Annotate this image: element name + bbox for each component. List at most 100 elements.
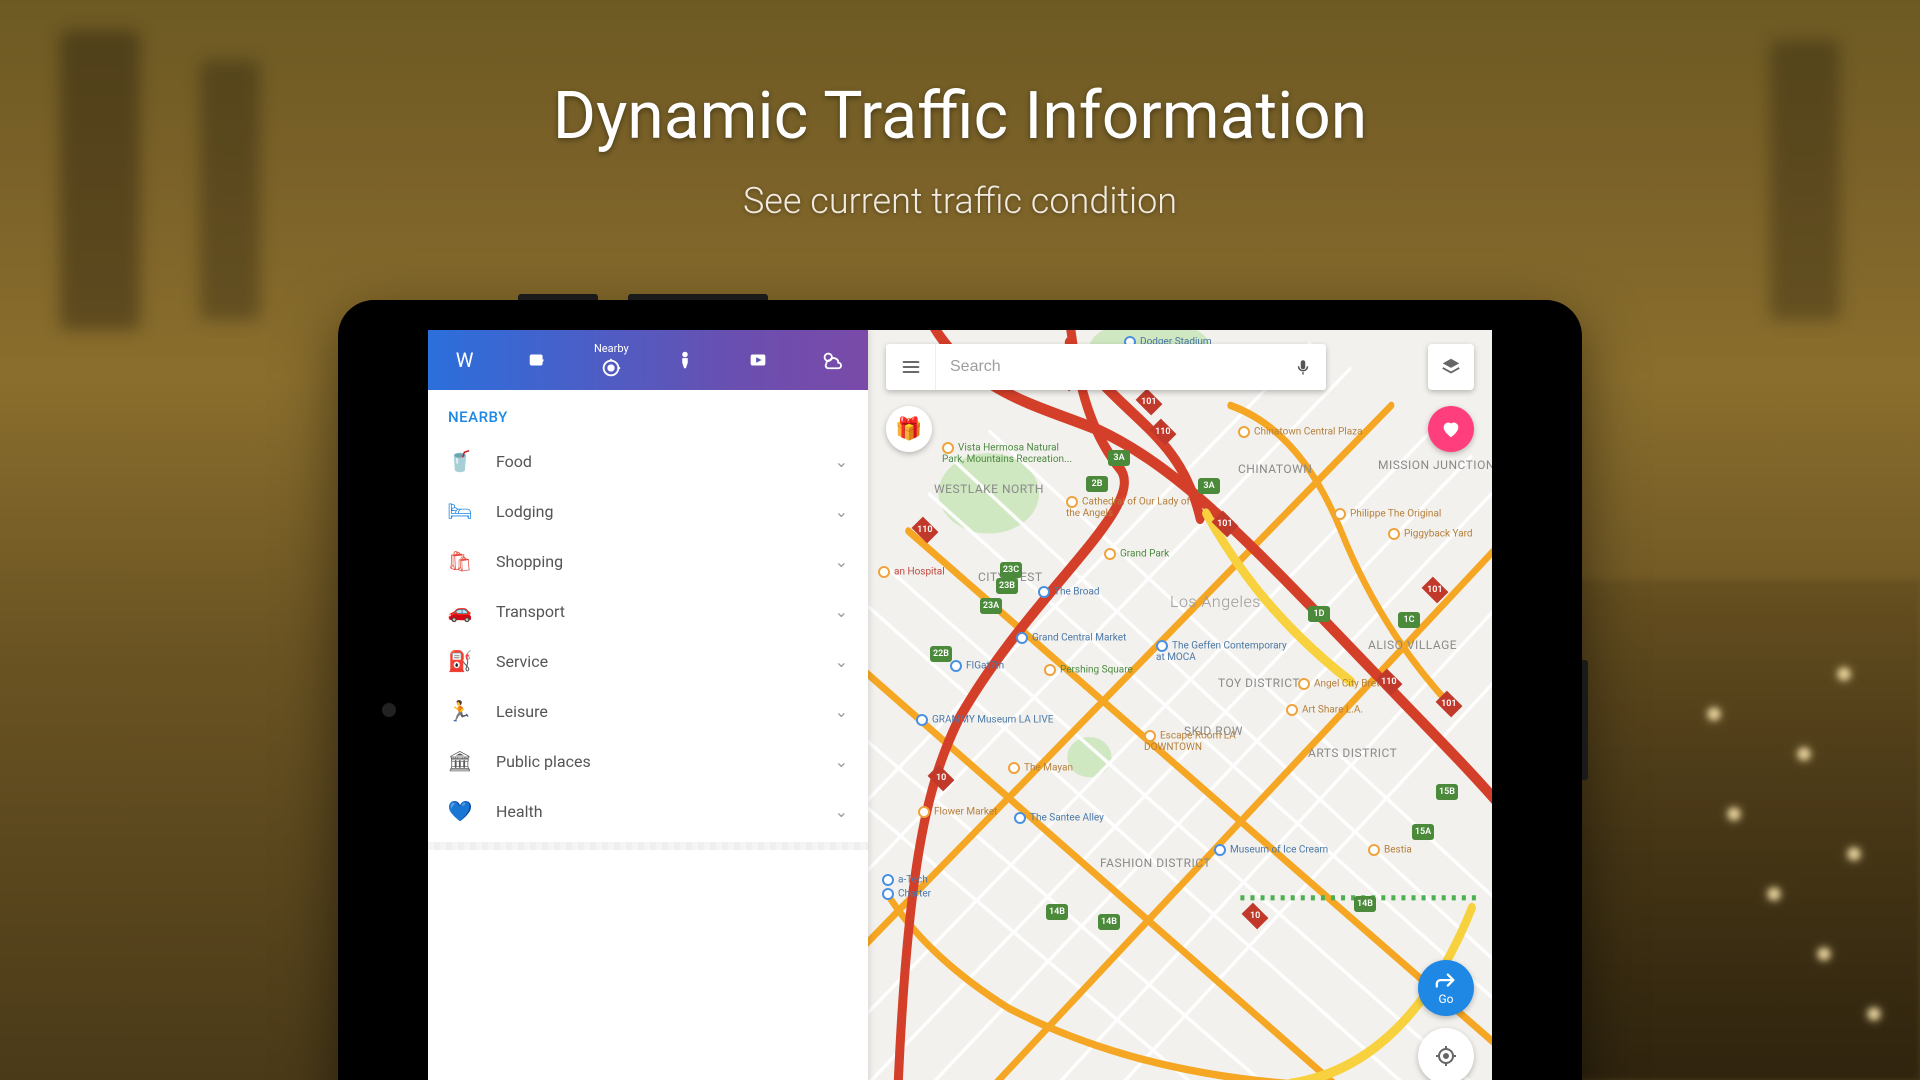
route-shield: 1C xyxy=(1398,612,1420,628)
left-panel: W Nearby xyxy=(428,330,868,1080)
lodging-icon: 🛏 xyxy=(446,497,474,525)
route-shield: 23B xyxy=(996,578,1018,594)
list-divider xyxy=(428,842,868,850)
tab-nearby[interactable]: Nearby xyxy=(575,330,648,390)
tab-wiki[interactable]: W xyxy=(428,330,501,390)
map-poi-label[interactable]: Philippe The Original xyxy=(1334,508,1441,520)
search-input[interactable] xyxy=(936,358,1280,376)
map-poi-label[interactable]: an Hospital xyxy=(878,566,945,578)
category-item-service[interactable]: ⛽Service⌄ xyxy=(428,636,868,686)
map-poi-label[interactable]: Art Share L.A. xyxy=(1286,704,1363,716)
map-poi-label[interactable]: Charter xyxy=(882,888,931,900)
map-poi-label[interactable]: Grand Park xyxy=(1104,548,1169,560)
food-icon: 🥤 xyxy=(446,447,474,475)
hero-title: Dynamic Traffic Information xyxy=(0,78,1920,155)
wiki-icon: W xyxy=(454,349,476,371)
map-poi-label[interactable]: Flower Market xyxy=(918,806,997,818)
category-item-transport[interactable]: 🚗Transport⌄ xyxy=(428,586,868,636)
category-label: Leisure xyxy=(496,702,835,721)
go-label: Go xyxy=(1438,992,1453,1006)
layers-button[interactable] xyxy=(1428,344,1474,390)
menu-button[interactable] xyxy=(886,344,936,390)
map-poi-label[interactable]: Chinatown Central Plaza xyxy=(1238,426,1363,438)
route-shield: 23A xyxy=(980,598,1002,614)
tablet-bezel: W Nearby xyxy=(338,300,1582,1080)
category-label: Lodging xyxy=(496,502,835,521)
map-district-label: Los Angeles xyxy=(1170,592,1261,611)
tablet-camera xyxy=(382,703,396,717)
map-district-label: CHINATOWN xyxy=(1238,462,1312,476)
locate-button[interactable] xyxy=(1418,1028,1474,1080)
stage: Dynamic Traffic Information See current … xyxy=(0,0,1920,1080)
route-shield: 14B xyxy=(1098,914,1120,930)
mic-icon xyxy=(1294,358,1312,376)
category-item-shopping[interactable]: 🛍 Shopping⌄ xyxy=(428,536,868,586)
map-poi-label[interactable]: Piggyback Yard xyxy=(1388,528,1473,540)
map-district-label: WESTLAKE NORTH xyxy=(934,482,1044,496)
map-poi-label[interactable]: Vista Hermosa Natural Park, Mountains Re… xyxy=(942,442,1082,465)
category-list: 🥤Food⌄🛏Lodging⌄🛍Shopping⌄🚗Transport⌄⛽Ser… xyxy=(428,436,868,836)
map-poi-label[interactable]: The Broad xyxy=(1038,586,1100,598)
map-poi-label[interactable]: Escape Room LA DOWNTOWN xyxy=(1144,730,1284,753)
voice-search-button[interactable] xyxy=(1280,344,1326,390)
map-district-label: ALISO VILLAGE xyxy=(1368,638,1457,652)
category-item-leisure[interactable]: 🏃Leisure⌄ xyxy=(428,686,868,736)
map-poi-label[interactable]: Bestia xyxy=(1368,844,1412,856)
tab-nearby-label: Nearby xyxy=(594,342,629,355)
map-poi-label[interactable]: The Santee Alley xyxy=(1014,812,1104,824)
search-bar xyxy=(886,344,1326,390)
map-district-label: FASHION DISTRICT xyxy=(1100,856,1211,870)
map-poi-label[interactable]: Grand Central Market xyxy=(1016,632,1126,644)
tab-weather[interactable] xyxy=(795,330,868,390)
route-shield: 23C xyxy=(1000,562,1022,578)
route-shield: 15A xyxy=(1412,824,1434,840)
weather-icon xyxy=(820,349,842,371)
category-item-food[interactable]: 🥤 Food⌄ xyxy=(428,436,868,486)
category-label: Food xyxy=(496,452,835,471)
tab-camera[interactable] xyxy=(501,330,574,390)
route-shield: 3A xyxy=(1108,450,1130,466)
category-item-lodging[interactable]: 🛏Lodging⌄ xyxy=(428,486,868,536)
chevron-down-icon: ⌄ xyxy=(835,552,848,571)
heart-icon xyxy=(1440,418,1462,440)
health-icon: 💙 xyxy=(446,797,474,825)
map-poi-label[interactable]: Pershing Square xyxy=(1044,664,1133,676)
gift-icon: 🎁 xyxy=(895,417,922,442)
category-label: Shopping xyxy=(496,552,835,571)
gift-button[interactable]: 🎁 xyxy=(886,406,932,452)
map-poi-label[interactable]: a-Tech xyxy=(882,874,928,886)
favorite-button[interactable] xyxy=(1428,406,1474,452)
map-district-label: TOY DISTRICT xyxy=(1218,676,1300,690)
directions-icon xyxy=(1435,970,1457,992)
map-panel[interactable]: HEIGHTSWESTLAKE NORTHCHINATOWNMISSION JU… xyxy=(868,330,1492,1080)
leisure-icon: 🏃 xyxy=(446,697,474,725)
category-label: Service xyxy=(496,652,835,671)
map-poi-label[interactable]: FIGat7th xyxy=(950,660,1004,672)
chevron-down-icon: ⌄ xyxy=(835,652,848,671)
tab-streetview[interactable] xyxy=(648,330,721,390)
menu-icon xyxy=(901,357,921,377)
shopping-icon: 🛍 xyxy=(446,547,474,575)
hero-subtitle: See current traffic condition xyxy=(0,180,1920,222)
map-poi-label[interactable]: Cathedral of Our Lady of the Angels xyxy=(1066,496,1206,519)
map-poi-label[interactable]: GRAMMY Museum LA LIVE xyxy=(916,714,1053,726)
map-poi-label[interactable]: Museum of Ice Cream xyxy=(1214,844,1328,856)
go-button[interactable]: Go xyxy=(1418,960,1474,1016)
layers-icon xyxy=(1440,356,1462,378)
route-shield: 3A xyxy=(1198,478,1220,494)
locate-icon xyxy=(1434,1044,1458,1068)
tablet-power-button xyxy=(518,294,598,300)
tab-video[interactable] xyxy=(721,330,794,390)
chevron-down-icon: ⌄ xyxy=(835,452,848,471)
route-shield: 14B xyxy=(1354,896,1376,912)
route-shield: 14B xyxy=(1046,904,1068,920)
public-places-icon: 🏛 xyxy=(446,747,474,775)
category-item-public-places[interactable]: 🏛Public places⌄ xyxy=(428,736,868,786)
map-poi-label[interactable]: The Geffen Contemporary at MOCA xyxy=(1156,640,1296,663)
top-tab-bar: W Nearby xyxy=(428,330,868,390)
category-item-health[interactable]: 💙Health⌄ xyxy=(428,786,868,836)
category-label: Public places xyxy=(496,752,835,771)
map-poi-label[interactable]: The Mayan xyxy=(1008,762,1073,774)
route-shield: 15B xyxy=(1436,784,1458,800)
section-header-nearby: NEARBY xyxy=(428,390,868,436)
